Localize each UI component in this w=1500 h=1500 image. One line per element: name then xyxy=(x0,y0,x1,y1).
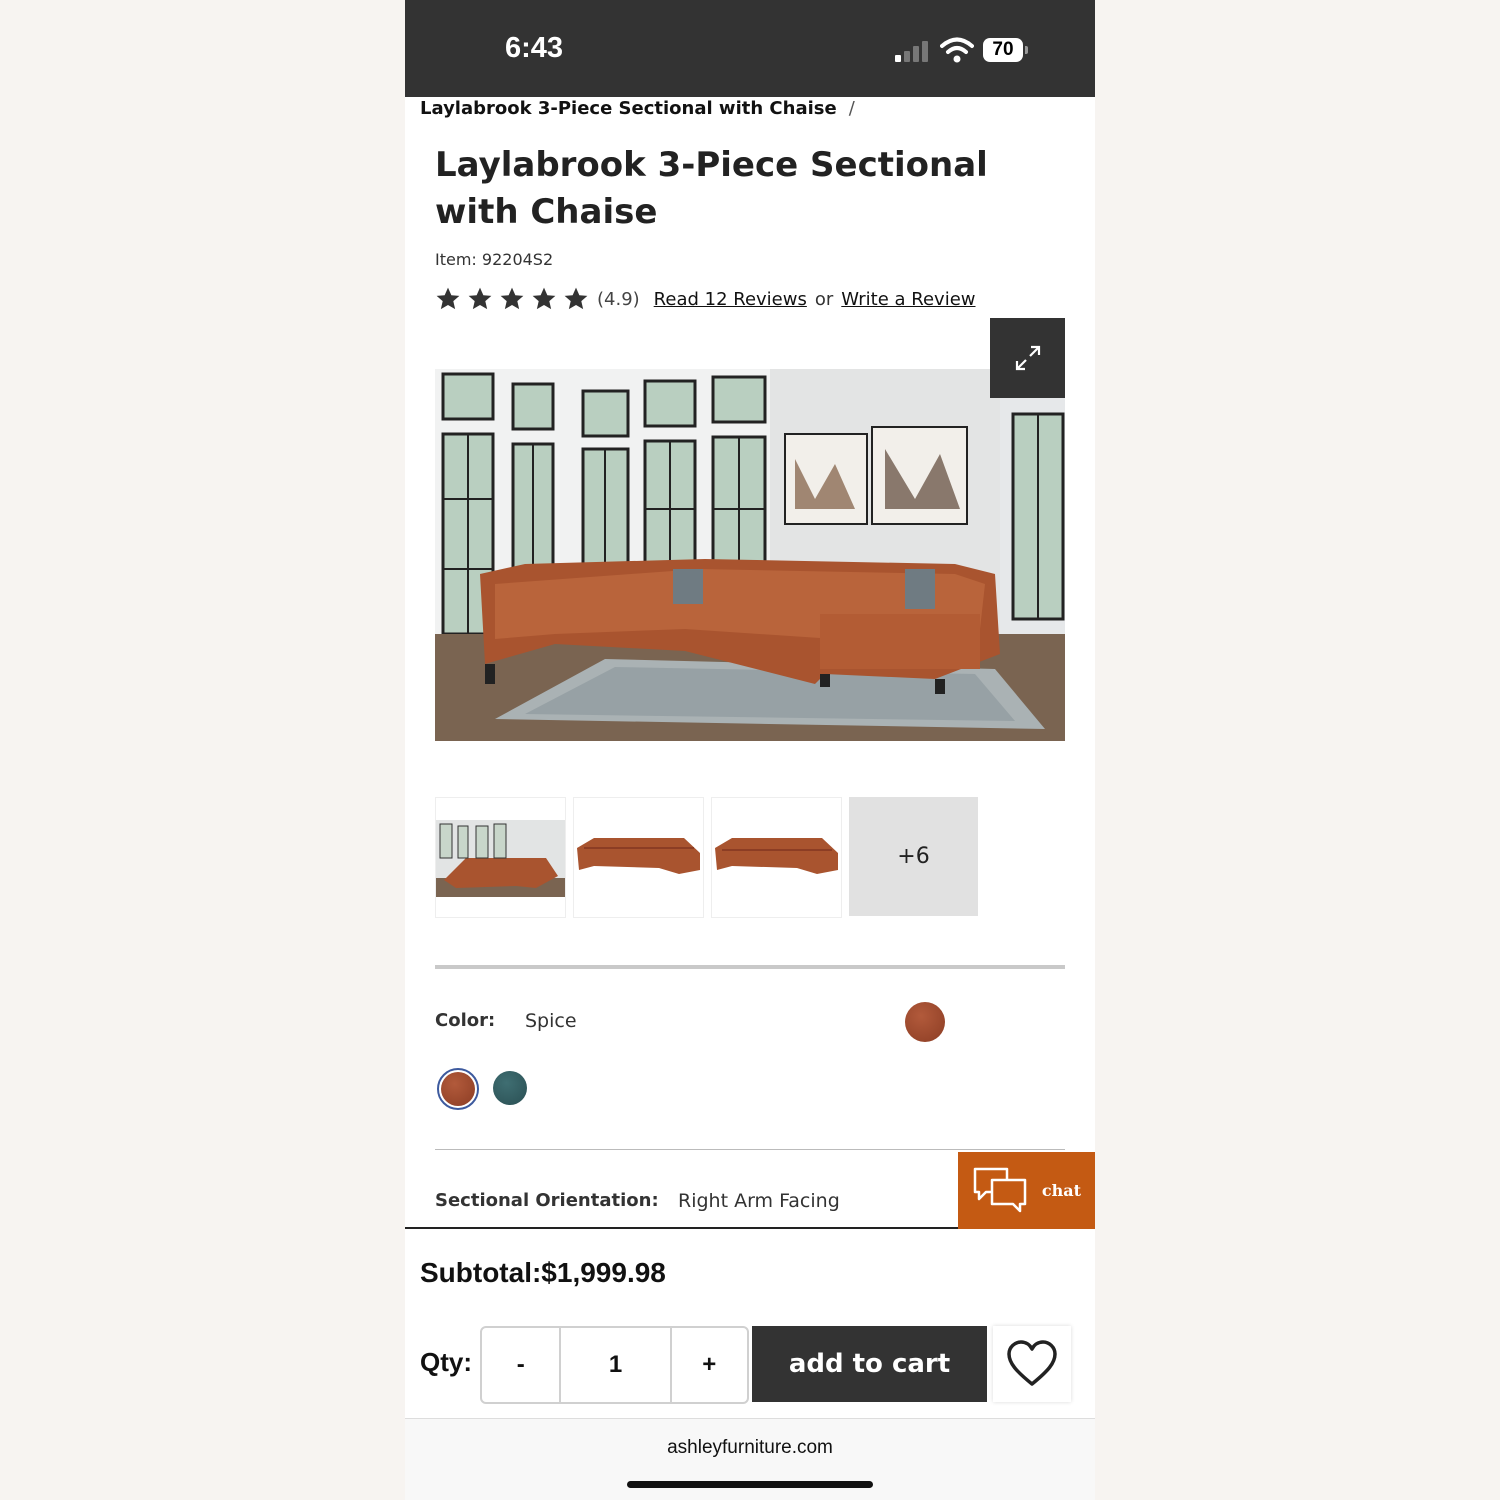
url-text[interactable]: ashleyfurniture.com xyxy=(405,1437,1095,1459)
breadcrumb-current[interactable]: Laylabrook 3-Piece Sectional with Chaise xyxy=(420,98,837,119)
sectional-room-photo xyxy=(435,369,1065,741)
thumbnail-image xyxy=(577,838,700,874)
star-icon xyxy=(564,287,588,310)
more-images-button[interactable]: +6 xyxy=(849,797,978,916)
star-icon xyxy=(468,287,492,310)
color-preview-swatch xyxy=(905,1002,945,1042)
thumbnail-3[interactable] xyxy=(711,797,842,918)
color-label: Color: xyxy=(435,1010,496,1031)
product-main-image[interactable] xyxy=(435,369,1065,741)
status-time: 6:43 xyxy=(505,32,564,64)
wifi-icon xyxy=(940,37,974,63)
swatch-fill xyxy=(441,1072,475,1106)
cellular-signal-icon xyxy=(895,40,931,62)
battery-icon: 70 xyxy=(983,38,1028,62)
chat-bubbles-icon xyxy=(973,1167,1027,1212)
or-text: or xyxy=(814,288,834,310)
expand-image-button[interactable] xyxy=(990,318,1065,398)
cart-panel: Subtotal:$1,999.98 Qty: - 1 + add to car… xyxy=(405,1227,1095,1419)
add-to-cart-button[interactable]: add to cart xyxy=(752,1326,987,1402)
write-review-link[interactable]: Write a Review xyxy=(841,289,975,310)
quantity-stepper: - 1 + xyxy=(480,1326,749,1404)
subtotal: Subtotal:$1,999.98 xyxy=(420,1257,666,1288)
chat-button[interactable]: chat xyxy=(958,1152,1095,1229)
section-divider xyxy=(435,965,1065,969)
rating-row: (4.9) Read 12 Reviews or Write a Review xyxy=(435,284,976,314)
heart-icon xyxy=(1007,1340,1057,1386)
breadcrumb: Laylabrook 3-Piece Sectional with Chaise… xyxy=(420,98,855,119)
section-divider xyxy=(435,1149,1065,1150)
breadcrumb-separator: / xyxy=(848,98,855,119)
thumbnail-1[interactable] xyxy=(435,797,566,918)
swatch-fill xyxy=(493,1071,527,1105)
home-indicator[interactable] xyxy=(627,1481,873,1488)
item-number: Item: 92204S2 xyxy=(435,250,554,269)
product-title: Laylabrook 3-Piece Sectional with Chaise xyxy=(435,145,988,232)
qty-increase-button[interactable]: + xyxy=(672,1328,747,1402)
phone-screen: 6:43 70 Laylabrook 3-Piece Sectional wit… xyxy=(405,0,1095,1500)
chat-label: chat xyxy=(1041,1181,1082,1200)
swatch-spice[interactable] xyxy=(437,1068,479,1110)
star-rating xyxy=(435,286,589,312)
status-bar: 6:43 70 xyxy=(405,0,1095,97)
wishlist-button[interactable] xyxy=(993,1326,1071,1402)
star-icon xyxy=(500,287,524,310)
star-icon xyxy=(436,287,460,310)
qty-input[interactable]: 1 xyxy=(561,1328,672,1402)
browser-url-bar[interactable]: ashleyfurniture.com xyxy=(405,1418,1095,1500)
swatch-teal[interactable] xyxy=(493,1071,527,1105)
thumbnail-2[interactable] xyxy=(573,797,704,918)
expand-icon xyxy=(1015,345,1040,371)
rating-value: (4.9) xyxy=(597,288,640,310)
qty-decrease-button[interactable]: - xyxy=(482,1328,562,1402)
qty-label: Qty: xyxy=(420,1347,472,1377)
read-reviews-link[interactable]: Read 12 Reviews xyxy=(654,289,807,310)
orientation-label: Sectional Orientation: xyxy=(435,1190,659,1211)
star-icon xyxy=(532,287,556,310)
color-value: Spice xyxy=(525,1010,577,1032)
thumbnail-gallery: +6 xyxy=(435,797,978,918)
thumbnail-image xyxy=(436,820,565,897)
orientation-value[interactable]: Right Arm Facing xyxy=(678,1190,840,1212)
thumbnail-image xyxy=(715,838,838,874)
